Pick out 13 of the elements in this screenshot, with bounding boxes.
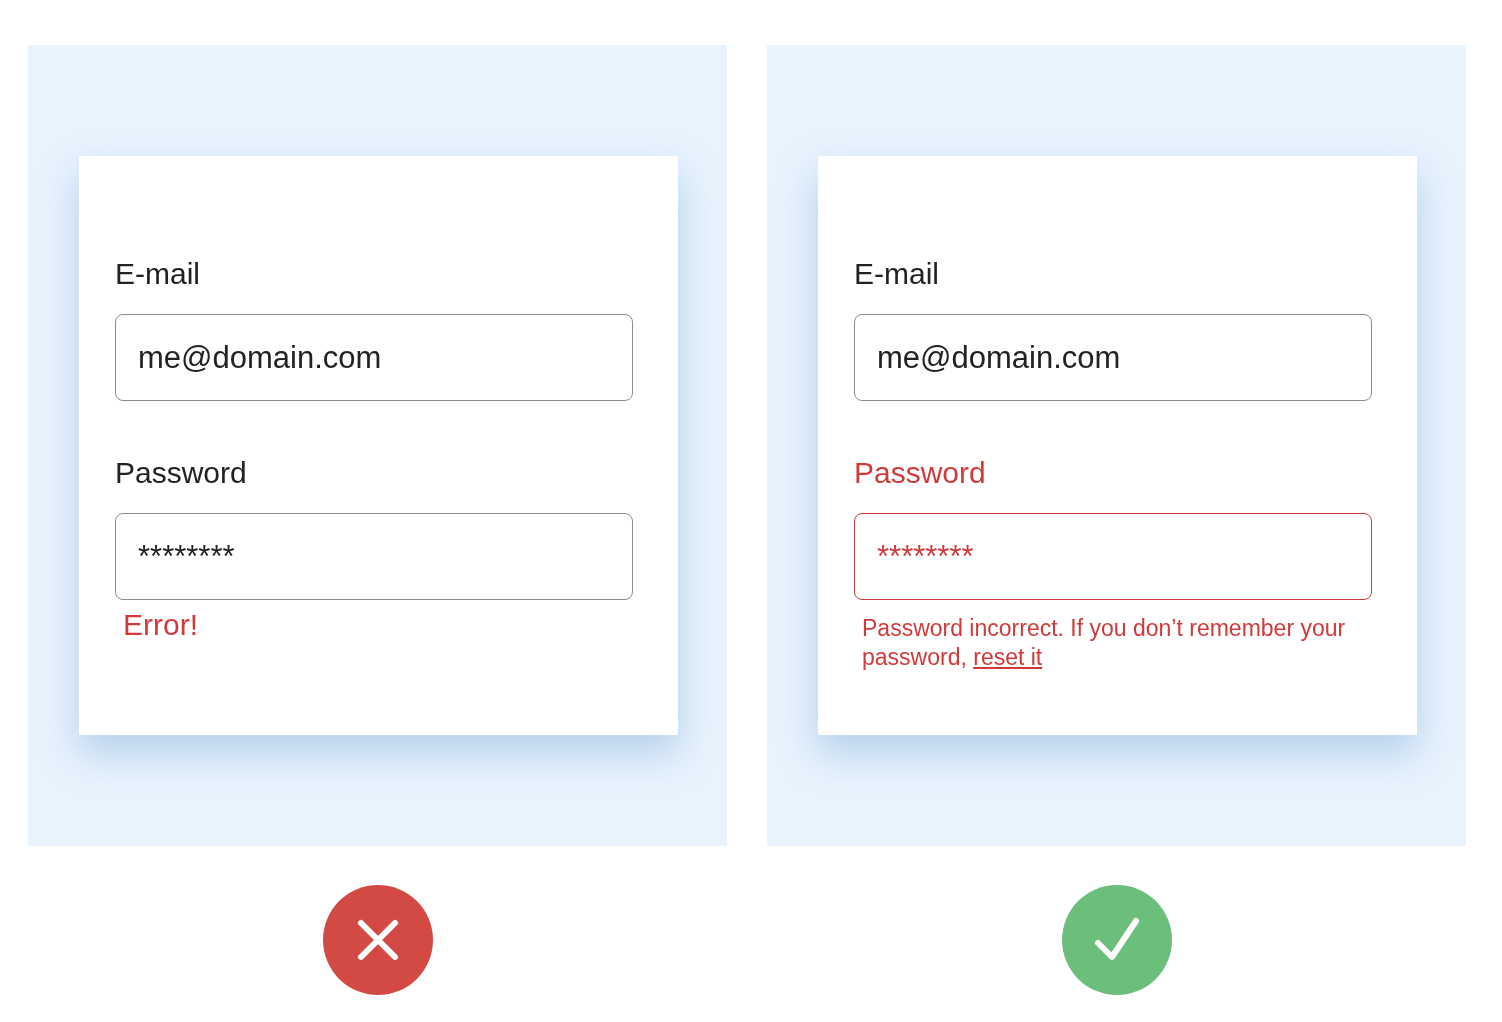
input-field[interactable]: me@domain.com bbox=[854, 314, 1372, 401]
error-message: Error! bbox=[123, 607, 199, 643]
input-field[interactable]: ******** bbox=[854, 513, 1372, 600]
reset-link[interactable]: reset it bbox=[973, 644, 1043, 670]
field-label: E-mail bbox=[854, 256, 940, 292]
error-message: Password incorrect. If you don’t remember your password, reset it bbox=[862, 614, 1347, 672]
input-field[interactable]: me@domain.com bbox=[115, 314, 633, 401]
check-icon bbox=[1061, 885, 1172, 995]
cross-icon bbox=[322, 885, 433, 995]
field-label: E-mail bbox=[115, 256, 201, 292]
field-label: Password bbox=[854, 455, 987, 491]
field-label: Password bbox=[115, 455, 248, 491]
input-field[interactable]: ******** bbox=[115, 513, 633, 600]
